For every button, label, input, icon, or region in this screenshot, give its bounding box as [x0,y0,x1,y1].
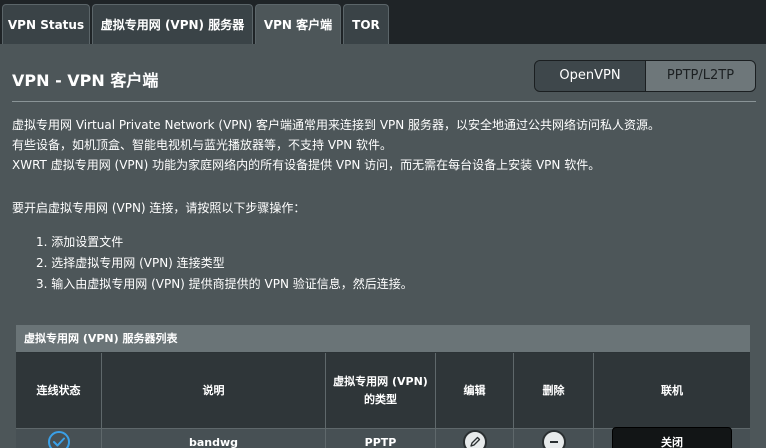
step-item: 2. 选择虚拟专用网 (VPN) 连接类型 [36,256,225,270]
pptp-l2tp-mode-button[interactable]: PPTP/L2TP [646,61,755,91]
vpn-mode-toggle: OpenVPN PPTP/L2TP [534,60,756,92]
vpn-server-list-table: 虚拟专用网 (VPN) 服务器列表 连线状态 说明 虚拟专用网 (VPN) 的类… [16,325,750,448]
server-description: bandwg [188,435,239,448]
step-item: 3. 输入由虚拟专用网 (VPN) 提供商提供的 VPN 验证信息，然后连接。 [36,277,413,291]
server-type: PPTP [364,435,397,448]
column-header-status: 连线状态 [16,353,102,429]
openvpn-mode-button[interactable]: OpenVPN [535,61,646,91]
column-header-connect: 联机 [594,353,750,429]
column-header-type-line: 的类型 [363,392,397,406]
table-row-connect-cell: 关闭 [594,427,750,448]
table-row-edit-cell [436,429,514,448]
minus-circle-icon[interactable] [541,430,566,448]
column-header-edit: 编辑 [436,353,514,429]
tab-vpn-status[interactable]: VPN Status [2,4,90,44]
column-header-description: 说明 [102,353,326,429]
tab-vpn-client[interactable]: VPN 客户端 [255,4,341,44]
page-title: VPN - VPN 客户端 [12,71,159,90]
description-line: 有些设备，如机顶盒、智能电视机与蓝光播放器等，不支持 VPN 软件。 [12,138,393,152]
table-row-delete-cell [514,429,594,448]
column-header-delete: 删除 [514,353,594,429]
column-header-type-line: 虚拟专用网 (VPN) [333,374,428,388]
table-row-status-cell [16,429,102,448]
steps-intro: 要开启虚拟专用网 (VPN) 连接，请按照以下步骤操作： [12,201,306,215]
tab-vpn-server[interactable]: 虚拟专用网 (VPN) 服务器 [92,4,253,44]
description-line: 虚拟专用网 Virtual Private Network (VPN) 客户端通… [12,118,661,132]
table-row-type-cell: PPTP [326,429,436,448]
disconnect-button[interactable]: 关闭 [612,427,732,448]
table-row-description-cell: bandwg [102,429,326,448]
pencil-icon[interactable] [462,430,487,448]
table-title: 虚拟专用网 (VPN) 服务器列表 [16,325,750,353]
tab-tor[interactable]: TOR [343,4,389,44]
tab-bar: VPN Status 虚拟专用网 (VPN) 服务器 VPN 客户端 TOR [0,0,766,44]
header-divider [12,101,756,102]
step-item: 1. 添加设置文件 [36,235,124,249]
column-header-type: 虚拟专用网 (VPN) 的类型 [326,353,436,429]
check-circle-icon [47,431,70,448]
description-line: XWRT 虚拟专用网 (VPN) 功能为家庭网络内的所有设备提供 VPN 访问，… [12,158,601,172]
